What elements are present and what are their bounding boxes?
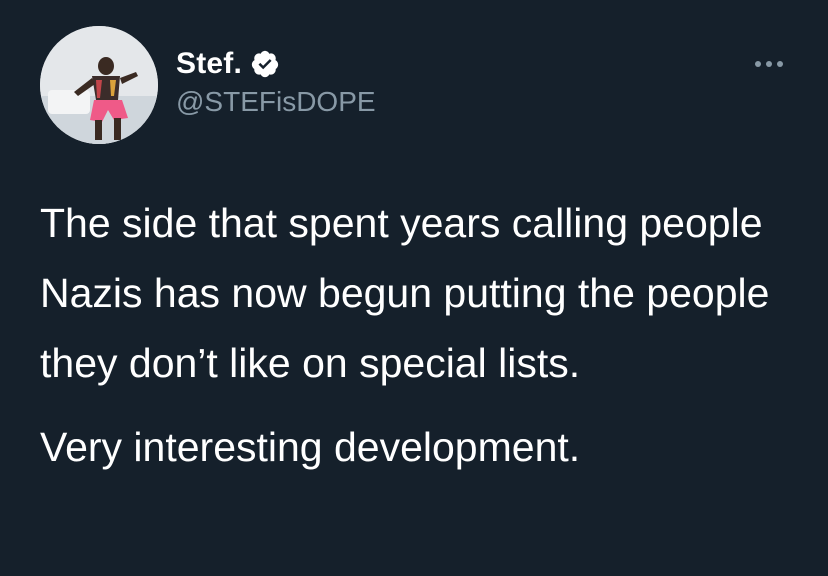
- display-name[interactable]: Stef.: [176, 47, 242, 81]
- user-handle[interactable]: @STEFisDOPE: [176, 86, 376, 118]
- name-row: Stef.: [176, 44, 280, 84]
- tweet-text: The side that spent years calling people…: [40, 188, 800, 482]
- tweet-card[interactable]: Stef. @STEFisDOPE The side that spent ye…: [0, 0, 828, 576]
- verified-badge-icon: [251, 50, 279, 78]
- tweet-paragraph: The side that spent years calling people…: [40, 200, 770, 386]
- avatar[interactable]: [40, 26, 158, 144]
- tweet-paragraph: Very interesting development.: [40, 424, 581, 470]
- more-options-icon[interactable]: [750, 54, 788, 74]
- avatar-image: [40, 26, 158, 144]
